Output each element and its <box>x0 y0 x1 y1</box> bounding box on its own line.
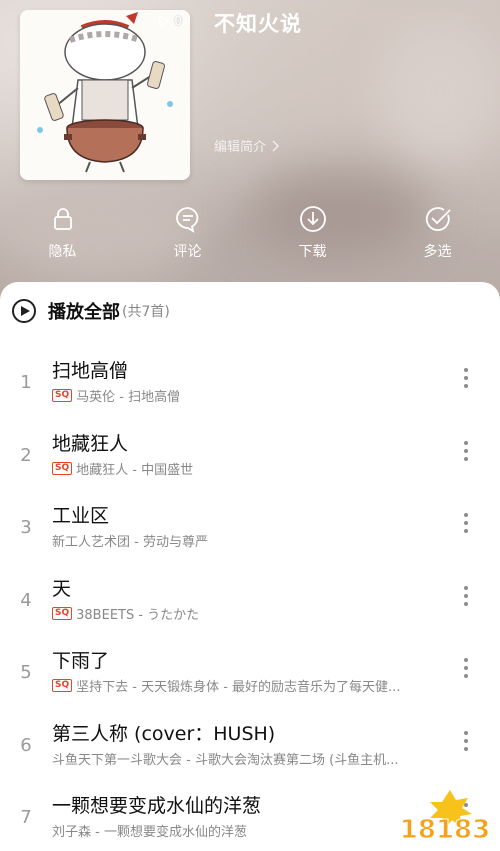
song-artist-album: 刘子森 - 一颗想要变成水仙的洋葱 <box>52 825 247 840</box>
song-title: 下雨了 <box>52 650 110 672</box>
lock-icon <box>53 208 72 230</box>
song-title: 地藏狂人 <box>52 432 129 455</box>
song-row[interactable]: 5 下雨了 SQ 坚持下去 - 天天锻炼身体 - 最好的励志音乐为了每天健... <box>0 646 500 718</box>
song-artist-album: 马英伦 - 扫地高僧 <box>76 390 181 405</box>
edit-intro-link[interactable]: 编辑简介 <box>214 136 280 155</box>
song-title: 天 <box>52 577 72 600</box>
song-title: 扫地高僧 <box>52 360 129 382</box>
play-circle-icon <box>12 299 36 323</box>
song-index: 5 <box>20 662 32 683</box>
song-index: 3 <box>20 517 32 538</box>
song-artist-album: 斗鱼天下第一斗歌大会 - 斗歌大会淘汰赛第二场 (斗鱼主机... <box>52 752 399 768</box>
download-button[interactable]: 下载 <box>250 205 375 265</box>
playlist-title: 不知火说 <box>214 12 302 36</box>
play-all-button[interactable]: 播放全部 (共7首) <box>12 298 170 324</box>
play-all-label: 播放全部 <box>48 302 120 323</box>
song-title: 工业区 <box>52 505 110 527</box>
song-row[interactable]: 4 天 SQ 38BEETS - うたかた <box>0 574 500 646</box>
more-options-icon[interactable] <box>458 511 474 535</box>
more-options-icon[interactable] <box>458 366 474 390</box>
comment-label: 评论 <box>173 244 202 260</box>
privacy-label: 隐私 <box>48 244 77 260</box>
comment-button[interactable]: 评论 <box>125 205 250 265</box>
song-subtitle: 新工人艺术团 - 劳动与尊严 <box>52 531 208 550</box>
more-options-icon[interactable] <box>458 584 474 608</box>
song-row[interactable]: 3 工业区新工人艺术团 - 劳动与尊严 <box>0 501 500 573</box>
song-list-panel: 播放全部 (共7首) 1 扫地高僧 SQ 马英伦 - 扫地高僧 2 地藏狂人 SQ 地藏狂人 … <box>0 282 500 851</box>
chevron-right-icon <box>272 140 280 151</box>
privacy-button[interactable]: 隐私 <box>0 205 125 265</box>
song-subtitle: SQ 38BEETS - うたかた <box>52 604 199 623</box>
song-artist-album: 坚持下去 - 天天锻炼身体 - 最好的励志音乐为了每天健... <box>76 680 401 695</box>
song-subtitle: 刘子森 - 一颗想要变成水仙的洋葱 <box>52 821 247 840</box>
song-index: 7 <box>20 807 32 828</box>
song-subtitle: SQ 马英伦 - 扫地高僧 <box>52 386 180 405</box>
song-index: 2 <box>20 444 32 466</box>
multi-select-button[interactable]: 多选 <box>375 205 500 265</box>
song-subtitle: SQ 地藏狂人 - 中国盛世 <box>52 459 193 478</box>
sq-quality-badge: SQ <box>52 389 73 402</box>
multi-select-icon <box>425 207 451 231</box>
play-count: 0 <box>158 14 182 28</box>
song-index: 1 <box>20 372 32 393</box>
sq-quality-badge: SQ <box>52 679 73 692</box>
song-title: 第三人称 (cover：HUSH) <box>52 722 276 745</box>
cover-illustration <box>20 10 190 180</box>
song-row[interactable]: 2 地藏狂人 SQ 地藏狂人 - 中国盛世 <box>0 429 500 501</box>
multi-select-label: 多选 <box>423 244 452 260</box>
song-row[interactable]: 6 第三人称 (cover：HUSH) 斗鱼天下第一斗歌大会 - 斗歌大会淘汰赛第二… <box>0 719 500 791</box>
download-label: 下载 <box>298 244 327 260</box>
sq-quality-badge: SQ <box>52 461 73 475</box>
song-row[interactable]: 1 扫地高僧 SQ 马英伦 - 扫地高僧 <box>0 356 500 428</box>
song-subtitle: SQ 坚持下去 - 天天锻炼身体 - 最好的励志音乐为了每天健... <box>52 676 400 695</box>
song-artist-album: 新工人艺术团 - 劳动与尊严 <box>52 535 208 550</box>
more-options-icon[interactable] <box>458 729 474 753</box>
song-artist-album: 38BEETS - うたかた <box>76 607 200 623</box>
action-bar: 隐私 评论 下载 多选 <box>0 205 500 265</box>
song-title: 一颗想要变成水仙的洋葱 <box>52 795 262 817</box>
play-count-icon <box>159 15 171 27</box>
edit-intro-label: 编辑简介 <box>214 140 267 155</box>
svg-text:18183: 18183 <box>400 815 490 844</box>
album-cover[interactable]: 0 <box>20 10 190 180</box>
play-count-value: 0 <box>174 14 182 28</box>
song-count: (共7首) <box>122 304 170 320</box>
song-index: 6 <box>20 734 32 756</box>
more-options-icon[interactable] <box>458 656 474 680</box>
download-icon <box>299 206 326 232</box>
song-subtitle: 斗鱼天下第一斗歌大会 - 斗歌大会淘汰赛第二场 (斗鱼主机... <box>52 749 399 768</box>
song-index: 4 <box>20 589 32 611</box>
comment-icon <box>175 207 198 233</box>
watermark-logo: 18183 <box>392 786 498 846</box>
song-artist-album: 地藏狂人 - 中国盛世 <box>76 462 194 478</box>
more-options-icon[interactable] <box>458 439 474 463</box>
sq-quality-badge: SQ <box>52 606 73 620</box>
